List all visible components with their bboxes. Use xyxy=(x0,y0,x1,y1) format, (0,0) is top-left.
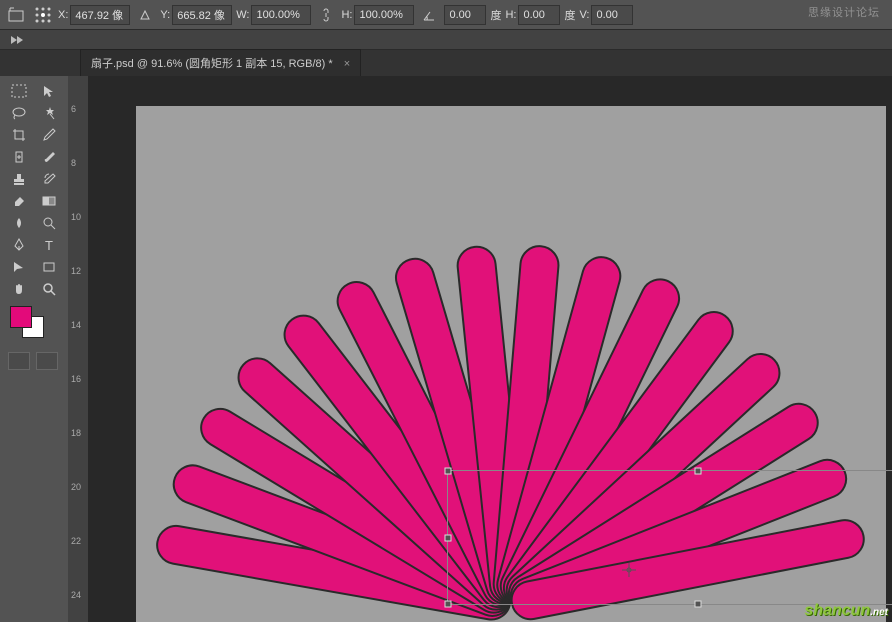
angle-input[interactable] xyxy=(444,5,486,25)
pen-tool[interactable] xyxy=(4,234,34,256)
marquee-tool[interactable] xyxy=(4,80,34,102)
vskew-input[interactable] xyxy=(591,5,633,25)
deg-label-2: 度 xyxy=(564,7,575,23)
dodge-tool[interactable] xyxy=(34,212,64,234)
foreground-color[interactable] xyxy=(10,306,32,328)
hskew-label: H: xyxy=(505,9,516,21)
svg-text:T: T xyxy=(45,238,53,252)
toolbox: T xyxy=(0,76,68,622)
watermark-top: 思缘设计论坛 xyxy=(808,4,880,20)
document-tabs: 扇子.psd @ 91.6% (圆角矩形 1 副本 15, RGB/8) * × xyxy=(0,50,892,76)
move-tool[interactable] xyxy=(34,80,64,102)
h-label: H: xyxy=(341,9,352,21)
link-icon[interactable] xyxy=(315,4,337,26)
w-input[interactable] xyxy=(251,5,311,25)
type-tool[interactable]: T xyxy=(34,234,64,256)
eraser-tool[interactable] xyxy=(4,190,34,212)
x-label: X: xyxy=(58,9,68,21)
watermark: shancun.net xyxy=(804,602,888,620)
ruler-vertical[interactable]: 681012141618202224 xyxy=(68,96,88,622)
transform-center-icon[interactable] xyxy=(622,563,634,575)
eyedropper-tool[interactable] xyxy=(34,124,64,146)
vskew-label: V: xyxy=(579,9,589,21)
angle-icon xyxy=(418,4,440,26)
transform-mode-icon[interactable] xyxy=(6,4,28,26)
reference-point-icon[interactable] xyxy=(32,4,54,26)
canvas-viewport[interactable] xyxy=(88,96,892,622)
menu-bar xyxy=(0,30,892,50)
wand-tool[interactable] xyxy=(34,102,64,124)
options-bar: X: Y: W: H: 度 H: 度 V: 思缘设计论坛 xyxy=(0,0,892,30)
gradient-tool[interactable] xyxy=(34,190,64,212)
canvas-area: 0246810121416182022242628 68101214161820… xyxy=(68,76,892,622)
brush-tool[interactable] xyxy=(34,146,64,168)
document-title: 扇子.psd @ 91.6% (圆角矩形 1 副本 15, RGB/8) * xyxy=(91,58,333,70)
lasso-tool[interactable] xyxy=(4,102,34,124)
close-icon[interactable]: × xyxy=(344,58,350,70)
ruler-corner xyxy=(68,76,88,96)
standard-mode-button[interactable] xyxy=(8,352,30,370)
stamp-tool[interactable] xyxy=(4,168,34,190)
y-input[interactable] xyxy=(172,5,232,25)
hand-tool[interactable] xyxy=(4,278,34,300)
deg-label: 度 xyxy=(490,7,501,23)
panel-toggle-icon[interactable] xyxy=(6,29,28,51)
w-label: W: xyxy=(236,9,249,21)
x-input[interactable] xyxy=(70,5,130,25)
y-label: Y: xyxy=(160,9,170,21)
path-select-tool[interactable] xyxy=(4,256,34,278)
transform-box[interactable] xyxy=(447,470,892,605)
crop-tool[interactable] xyxy=(4,124,34,146)
watermark-suffix: .net xyxy=(870,607,888,618)
document-tab[interactable]: 扇子.psd @ 91.6% (圆角矩形 1 副本 15, RGB/8) * × xyxy=(80,49,361,76)
watermark-text: shancun xyxy=(804,602,870,619)
hskew-input[interactable] xyxy=(518,5,560,25)
shape-tool[interactable] xyxy=(34,256,64,278)
healing-tool[interactable] xyxy=(4,146,34,168)
history-brush-tool[interactable] xyxy=(34,168,64,190)
blur-tool[interactable] xyxy=(4,212,34,234)
quickmask-mode-button[interactable] xyxy=(36,352,58,370)
zoom-tool[interactable] xyxy=(34,278,64,300)
color-swatch xyxy=(4,304,64,340)
h-input[interactable] xyxy=(354,5,414,25)
triangle-icon[interactable] xyxy=(134,4,156,26)
artboard xyxy=(136,106,886,622)
